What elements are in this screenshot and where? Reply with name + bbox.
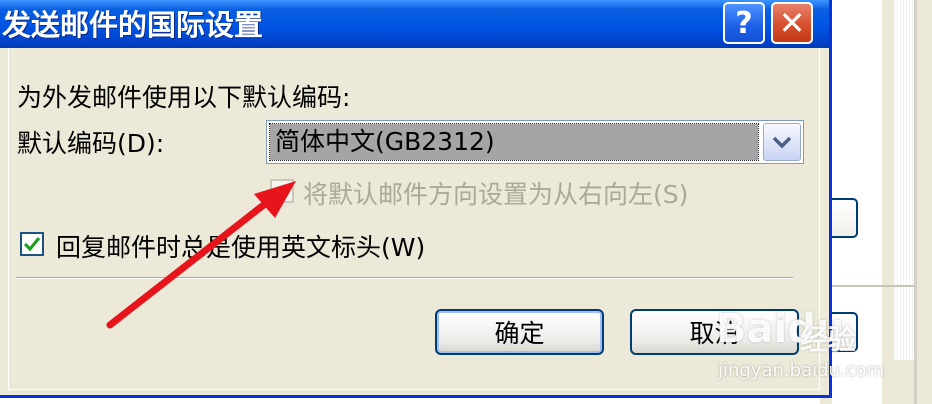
cancel-button-label: 取消 xyxy=(689,319,740,348)
encoding-label: 默认编码(D): xyxy=(17,129,165,158)
dropdown-button[interactable] xyxy=(763,123,801,161)
close-button[interactable]: ✕ xyxy=(771,2,813,44)
background-separator xyxy=(820,285,915,287)
question-mark-icon: ? xyxy=(735,5,753,41)
cancel-button[interactable]: 取消 xyxy=(630,309,799,355)
encoding-select[interactable]: 简体中文(GB2312) xyxy=(266,120,804,164)
rtl-direction-checkbox[interactable] xyxy=(270,179,294,203)
ok-button-label: 确定 xyxy=(494,319,545,348)
title-bar[interactable]: 发送邮件的国际设置 ? ✕ xyxy=(0,0,829,48)
separator-line xyxy=(16,277,793,279)
dialog-title: 发送邮件的国际设置 xyxy=(2,8,264,42)
english-header-label: 回复邮件时总是使用英文标头(W) xyxy=(56,233,426,262)
default-encoding-heading: 为外发邮件使用以下默认编码: xyxy=(17,83,351,112)
close-icon: ✕ xyxy=(778,4,806,42)
background-scroll-area xyxy=(894,0,914,360)
chevron-down-icon xyxy=(772,136,792,149)
background-divider xyxy=(914,0,917,404)
encoding-selected-value: 简体中文(GB2312) xyxy=(269,123,759,161)
rtl-direction-label: 将默认邮件方向设置为从右向左(S) xyxy=(303,180,689,209)
checkmark-icon xyxy=(23,236,41,252)
ok-button[interactable]: 确定 xyxy=(435,309,604,355)
international-send-settings-dialog: 发送邮件的国际设置 ? ✕ 为外发邮件使用以下默认编码: 默认编码(D): 简体… xyxy=(0,0,832,398)
english-header-checkbox[interactable] xyxy=(20,232,44,256)
help-button[interactable]: ? xyxy=(723,2,765,44)
